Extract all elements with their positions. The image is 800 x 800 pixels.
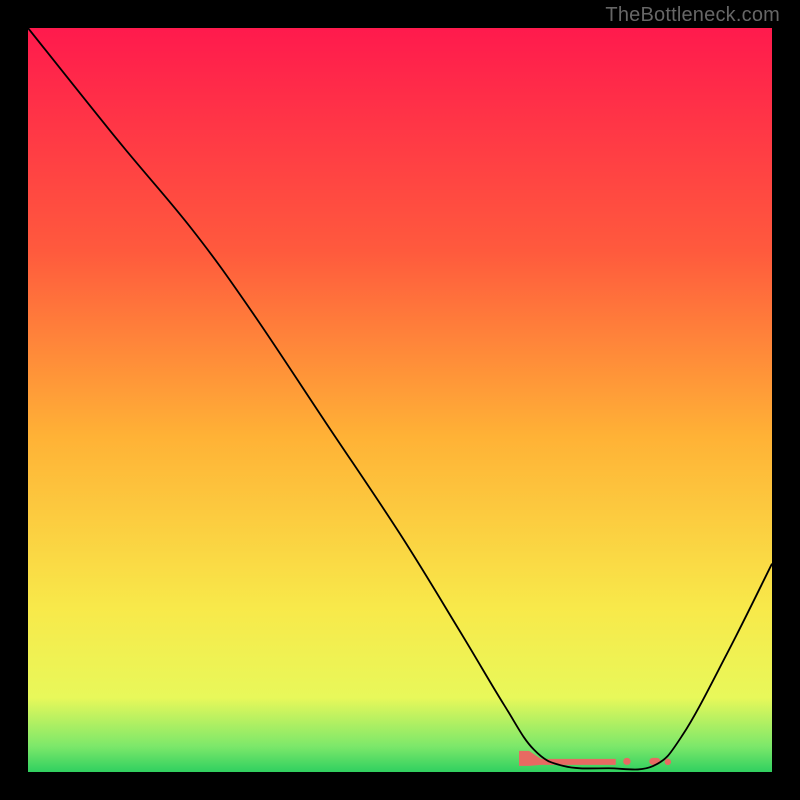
watermark-text: TheBottleneck.com [605, 4, 780, 27]
bottleneck-chart [28, 28, 772, 772]
chart-background [28, 28, 772, 772]
chart-svg [28, 28, 772, 772]
